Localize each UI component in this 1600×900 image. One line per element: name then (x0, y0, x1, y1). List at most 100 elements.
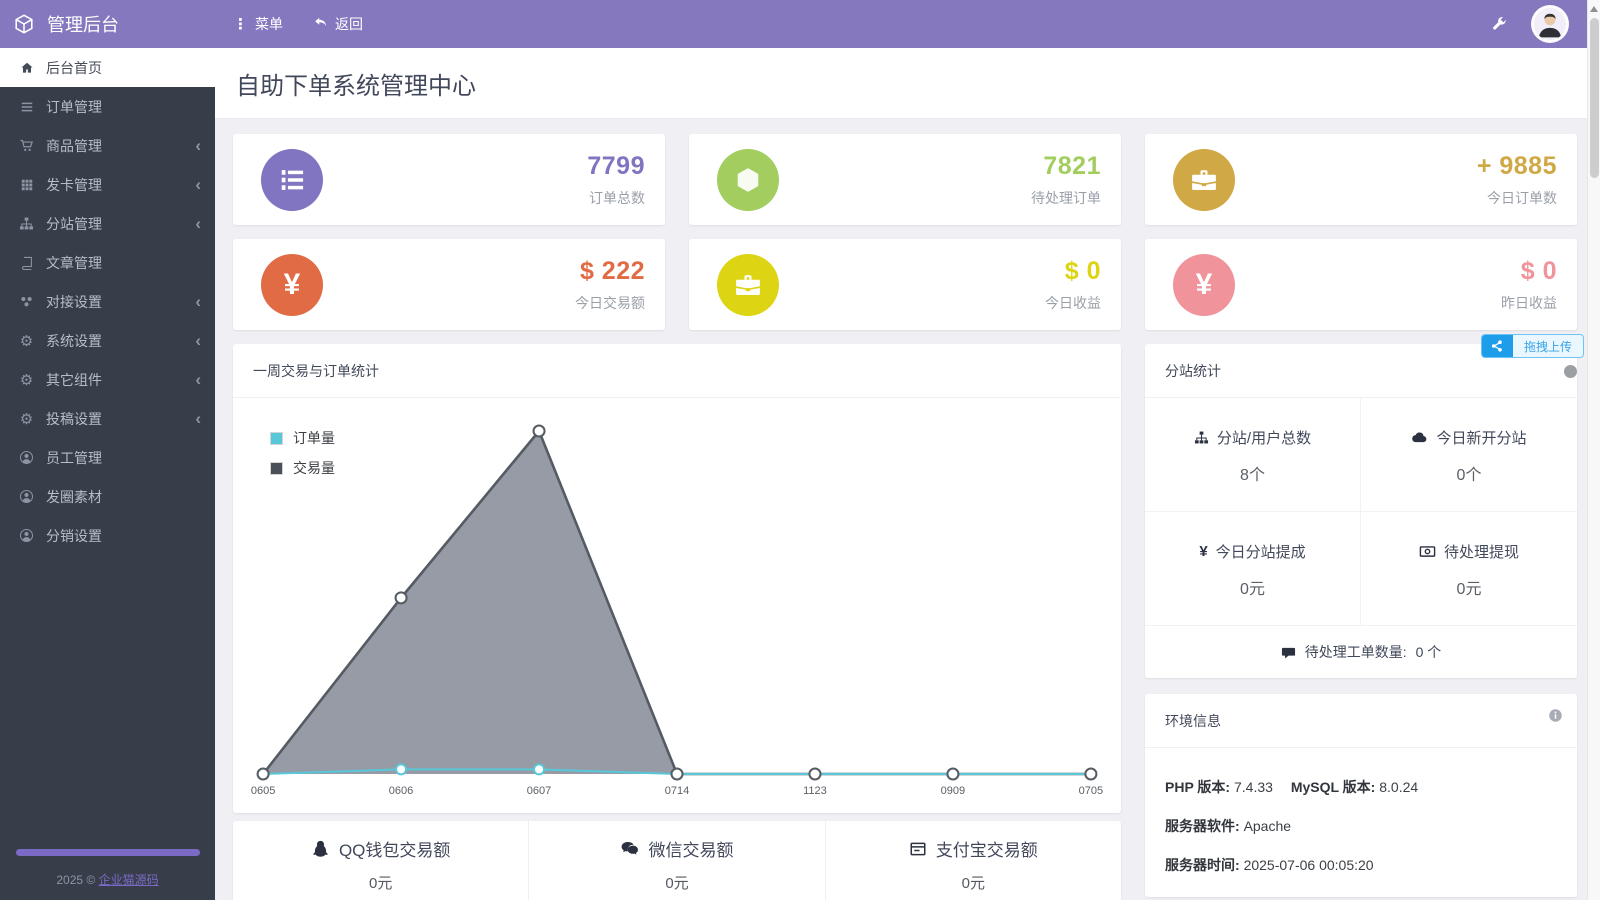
server-software-label: 服务器软件: (1165, 818, 1240, 834)
scroll-up-button[interactable] (1588, 3, 1600, 15)
substation-cell-today-commission: ¥今日分站提成0元 (1145, 512, 1361, 626)
sidebar-item-label: 其它组件 (46, 370, 184, 390)
menu-button-label: 菜单 (255, 14, 283, 34)
cart-icon (18, 138, 35, 153)
cube-logo-icon (13, 13, 35, 35)
scrollbar[interactable] (1587, 0, 1600, 900)
stat-value: $ 0 (1045, 257, 1101, 286)
wrench-icon[interactable] (1490, 16, 1507, 33)
substation-cell-label: 分站/用户总数 (1151, 427, 1354, 448)
user-icon (18, 489, 35, 504)
chart-title: 一周交易与订单统计 (253, 363, 379, 379)
wechat-icon (620, 839, 639, 858)
svg-text:1123: 1123 (803, 785, 827, 797)
sidebar-item-articles[interactable]: 文章管理 (0, 243, 215, 282)
sidebar-item-label: 订单管理 (46, 97, 201, 117)
sidebar-accent-bar (16, 849, 200, 856)
stat-card-yesterday-income: ¥$ 0昨日收益 (1145, 239, 1577, 330)
drag-handle-dot (1564, 365, 1577, 378)
cogs-icon: ⚙ (18, 410, 35, 428)
legend-volume-label: 交易量 (293, 458, 335, 478)
sidebar-item-submission[interactable]: ⚙投稿设置‹ (0, 399, 215, 438)
user-avatar[interactable] (1531, 5, 1569, 43)
php-mysql-row: PHP 版本: 7.4.33 MySQL 版本: 8.0.24 (1165, 777, 1557, 797)
sidebar-item-label: 分站管理 (46, 214, 184, 234)
sidebar-item-distribution[interactable]: 分销设置 (0, 516, 215, 555)
scrollbar-thumb[interactable] (1590, 18, 1599, 178)
back-button[interactable]: 返回 (309, 14, 367, 34)
substation-label-text: 今日新开分站 (1436, 427, 1526, 448)
stat-card-text: $ 222今日交易额 (575, 257, 645, 313)
stat-value: 7799 (587, 152, 645, 181)
qq-icon (311, 839, 330, 858)
chevron-left-icon: ‹ (195, 332, 201, 349)
sidebar-item-staff[interactable]: 员工管理 (0, 438, 215, 477)
substation-cell-label: ¥今日分站提成 (1151, 541, 1354, 562)
stat-label: 待处理订单 (1031, 188, 1101, 208)
payment-label-text: 支付宝交易额 (936, 836, 1038, 861)
brand[interactable]: 管理后台 (0, 11, 215, 37)
brand-title: 管理后台 (47, 11, 119, 37)
sidebar-item-goods[interactable]: 商品管理‹ (0, 126, 215, 165)
briefcase-icon (1173, 149, 1235, 211)
sidebar-item-components[interactable]: ⚙ 其它组件 ‹ (0, 360, 215, 399)
environment-body: PHP 版本: 7.4.33 MySQL 版本: 8.0.24 服务器软件: A… (1145, 748, 1577, 897)
sitemap-icon (1194, 430, 1209, 445)
chart-legend: 订单量 交易量 (270, 428, 335, 478)
stat-label: 昨日收益 (1501, 293, 1557, 313)
page-title-bar: 自助下单系统管理中心 (215, 48, 1587, 119)
legend-orders[interactable]: 订单量 (270, 428, 335, 448)
environment-panel: 环境信息 PHP 版本: 7.4.33 MySQL 版本: 8.0.24 服务器… (1145, 694, 1577, 897)
book-icon (18, 256, 35, 270)
briefcase-icon (717, 254, 779, 316)
pending-tickets-label: 待处理工单数量: (1305, 642, 1407, 662)
drag-upload-badge[interactable]: 拖拽上传 (1481, 334, 1584, 358)
chevron-left-icon: ‹ (195, 293, 201, 310)
sidebar-item-integration[interactable]: 对接设置‹ (0, 282, 215, 321)
payment-label: 支付宝交易额 (826, 836, 1121, 861)
sidebar-item-orders[interactable]: 订单管理 (0, 87, 215, 126)
payment-wechat: 微信交易额0元 (529, 821, 825, 900)
page-title: 自助下单系统管理中心 (236, 66, 476, 101)
sidebar-item-moments[interactable]: 发圈素材 (0, 477, 215, 516)
sidebar-item-substations[interactable]: 分站管理‹ (0, 204, 215, 243)
pending-tickets-row: 待处理工单数量: 0 个 (1145, 626, 1577, 678)
stat-card-text: $ 0今日收益 (1045, 257, 1101, 313)
cogs-icon: ⚙ (18, 371, 35, 389)
svg-text:0606: 0606 (389, 785, 414, 797)
info-icon[interactable] (1548, 708, 1563, 723)
sidebar-item-cards[interactable]: 发卡管理‹ (0, 165, 215, 204)
copyright-year: 2025 © (56, 873, 95, 887)
top-header: 管理后台 ⋮ 菜单 返回 (0, 0, 1587, 48)
stat-card-today-income: $ 0今日收益 (689, 239, 1121, 330)
sidebar-item-home[interactable]: 后台首页 (0, 48, 215, 87)
back-button-label: 返回 (335, 14, 363, 34)
stat-value: $ 222 (575, 257, 645, 286)
substation-cell-value: 8个 (1151, 461, 1354, 485)
stat-label: 今日订单数 (1477, 188, 1557, 208)
mysql-version-label: MySQL 版本: (1291, 779, 1376, 795)
sidebar-item-label: 发卡管理 (46, 175, 184, 195)
payment-label: 微信交易额 (529, 836, 824, 861)
php-version-value: 7.4.33 (1234, 779, 1273, 795)
menu-button[interactable]: ⋮ 菜单 (229, 14, 287, 34)
sidebar-item-label: 员工管理 (46, 448, 201, 468)
sidebar-item-system[interactable]: ⚙系统设置‹ (0, 321, 215, 360)
stat-card-text: + 9885 今日订单数 (1477, 152, 1557, 208)
sidebar-item-label: 文章管理 (46, 253, 201, 273)
php-version-label: PHP 版本: (1165, 779, 1230, 795)
weekly-chart: 0605060606070714112309090705 订单量 交易量 (233, 398, 1121, 813)
stat-value: + 9885 (1477, 152, 1557, 181)
legend-volume[interactable]: 交易量 (270, 458, 335, 478)
svg-text:0607: 0607 (527, 785, 552, 797)
yen-icon: ¥ (261, 254, 323, 316)
substation-cell-pending-withdrawal: 待处理提现0元 (1361, 512, 1577, 626)
chevron-left-icon: ‹ (195, 371, 201, 388)
volume-swatch-icon (270, 462, 283, 475)
legend-orders-label: 订单量 (293, 428, 335, 448)
payment-qq: QQ钱包交易额0元 (233, 821, 529, 900)
chevron-left-icon: ‹ (195, 137, 201, 154)
vendor-link[interactable]: 企业猫源码 (99, 873, 159, 887)
sidebar-item-label: 发圈素材 (46, 487, 201, 507)
ellipsis-icon: ⋮ (233, 15, 248, 33)
